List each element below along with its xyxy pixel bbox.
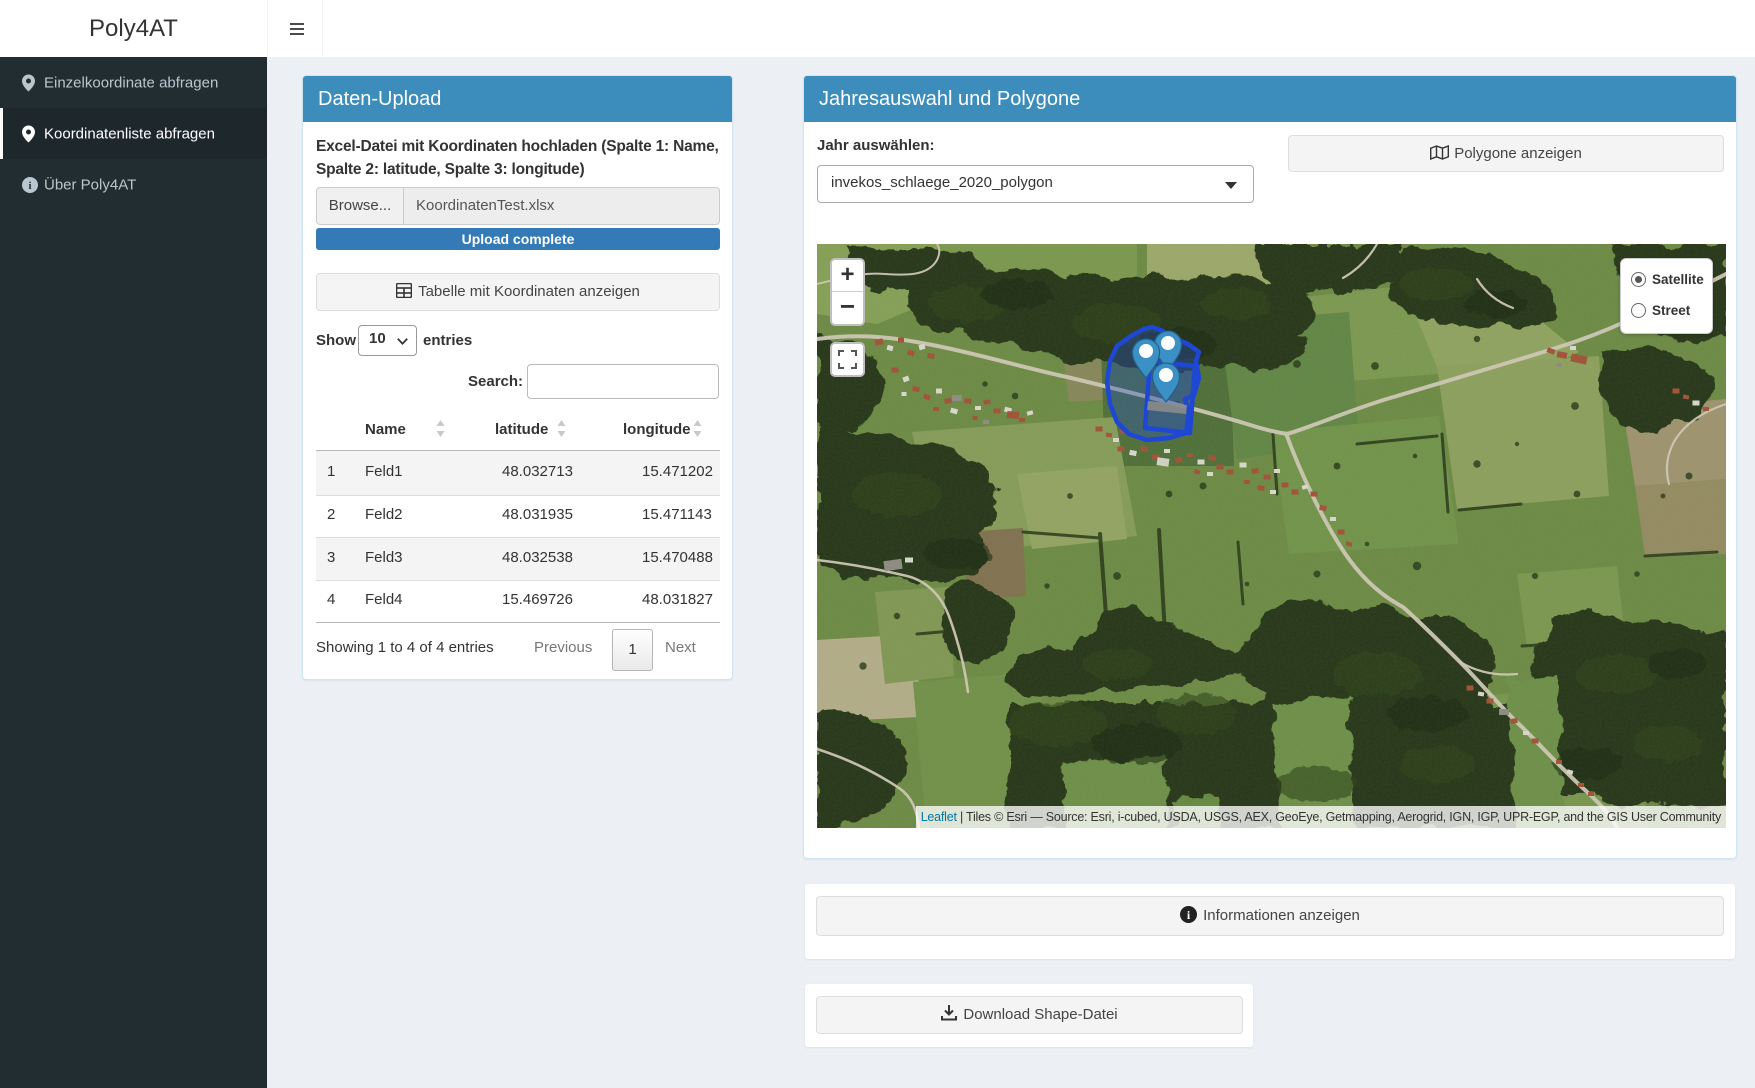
svg-text:i: i <box>28 180 31 192</box>
